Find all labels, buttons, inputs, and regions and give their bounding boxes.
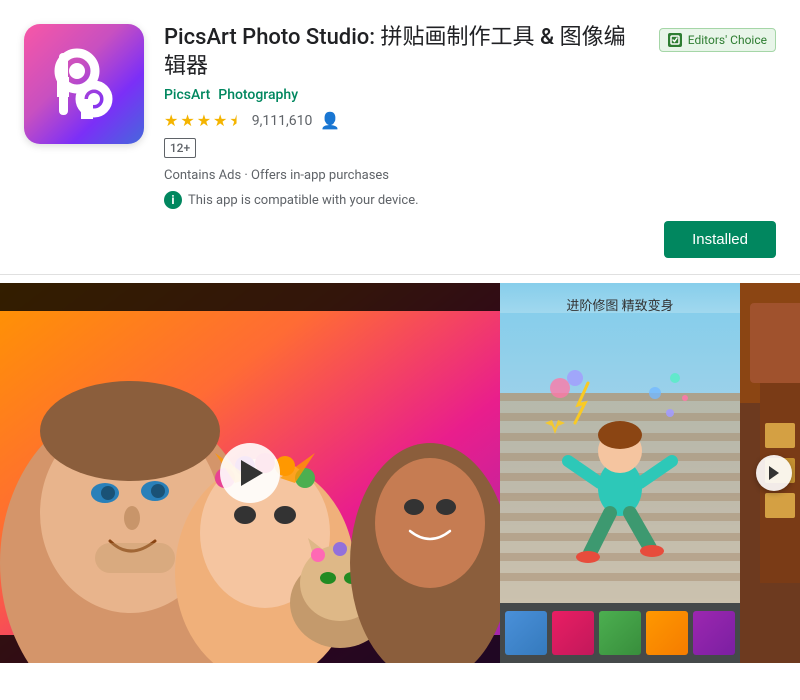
thumb-1[interactable] [505, 611, 547, 655]
screenshot-video[interactable] [0, 283, 500, 663]
video-thumbnail [0, 283, 500, 663]
app-categories: PicsArt Photography [164, 87, 776, 103]
screenshot2-text: 进阶修图 精致变身 [566, 299, 673, 314]
app-title-row: PicsArt Photo Studio: 拼贴画制作工具 & 图像编辑器 Ed… [164, 24, 776, 81]
rating-row: ★ ★ ★ ★ ★★ 9,111,610 👤 [164, 111, 776, 130]
developer-link[interactable]: PicsArt [164, 87, 210, 103]
bottom-thumbnails [500, 603, 740, 663]
thumb-2[interactable] [552, 611, 594, 655]
install-btn-wrapper: Installed [164, 221, 776, 258]
screenshot2-label: 进阶修图 精致变身 [500, 295, 740, 314]
install-button[interactable]: Installed [664, 221, 776, 258]
editors-choice-icon [668, 33, 682, 47]
info-icon: i [164, 191, 182, 209]
editors-choice-label: Editors' Choice [688, 33, 767, 47]
next-screenshot-arrow[interactable] [756, 455, 792, 491]
star-3: ★ [197, 111, 211, 130]
app-info: PicsArt Photo Studio: 拼贴画制作工具 & 图像编辑器 Ed… [164, 24, 776, 258]
thumb-5[interactable] [693, 611, 735, 655]
stars: ★ ★ ★ ★ ★★ [164, 111, 244, 130]
watermark: wsxdn.com [736, 683, 792, 696]
screenshots-section: 进阶修图 精致变身 [0, 283, 800, 663]
person-icon: 👤 [320, 111, 340, 130]
ads-info: Contains Ads · Offers in-app purchases [164, 168, 776, 183]
compatibility-row: i This app is compatible with your devic… [164, 191, 776, 209]
play-button[interactable] [220, 443, 280, 503]
star-2: ★ [180, 111, 194, 130]
app-title: PicsArt Photo Studio: 拼贴画制作工具 & 图像编辑器 [164, 24, 647, 81]
app-icon [24, 24, 144, 144]
thumb-4[interactable] [646, 611, 688, 655]
star-1: ★ [164, 111, 178, 130]
star-4: ★ [213, 111, 227, 130]
page-container: PicsArt Photo Studio: 拼贴画制作工具 & 图像编辑器 Ed… [0, 0, 800, 700]
ads-text: Contains Ads · Offers in-app purchases [164, 168, 389, 183]
thumb-3[interactable] [599, 611, 641, 655]
compatibility-text: This app is compatible with your device. [188, 193, 419, 208]
rating-count: 9,111,610 [252, 113, 313, 129]
category-link[interactable]: Photography [218, 87, 298, 103]
age-badge: 12+ [164, 138, 196, 158]
screenshot-2: 进阶修图 精致变身 [500, 283, 740, 663]
editors-choice-badge: Editors' Choice [659, 28, 776, 52]
arrow-right-icon [769, 466, 779, 480]
play-triangle-icon [241, 460, 263, 486]
app-header: PicsArt Photo Studio: 拼贴画制作工具 & 图像编辑器 Ed… [0, 0, 800, 275]
star-5-half: ★★ [229, 111, 243, 130]
